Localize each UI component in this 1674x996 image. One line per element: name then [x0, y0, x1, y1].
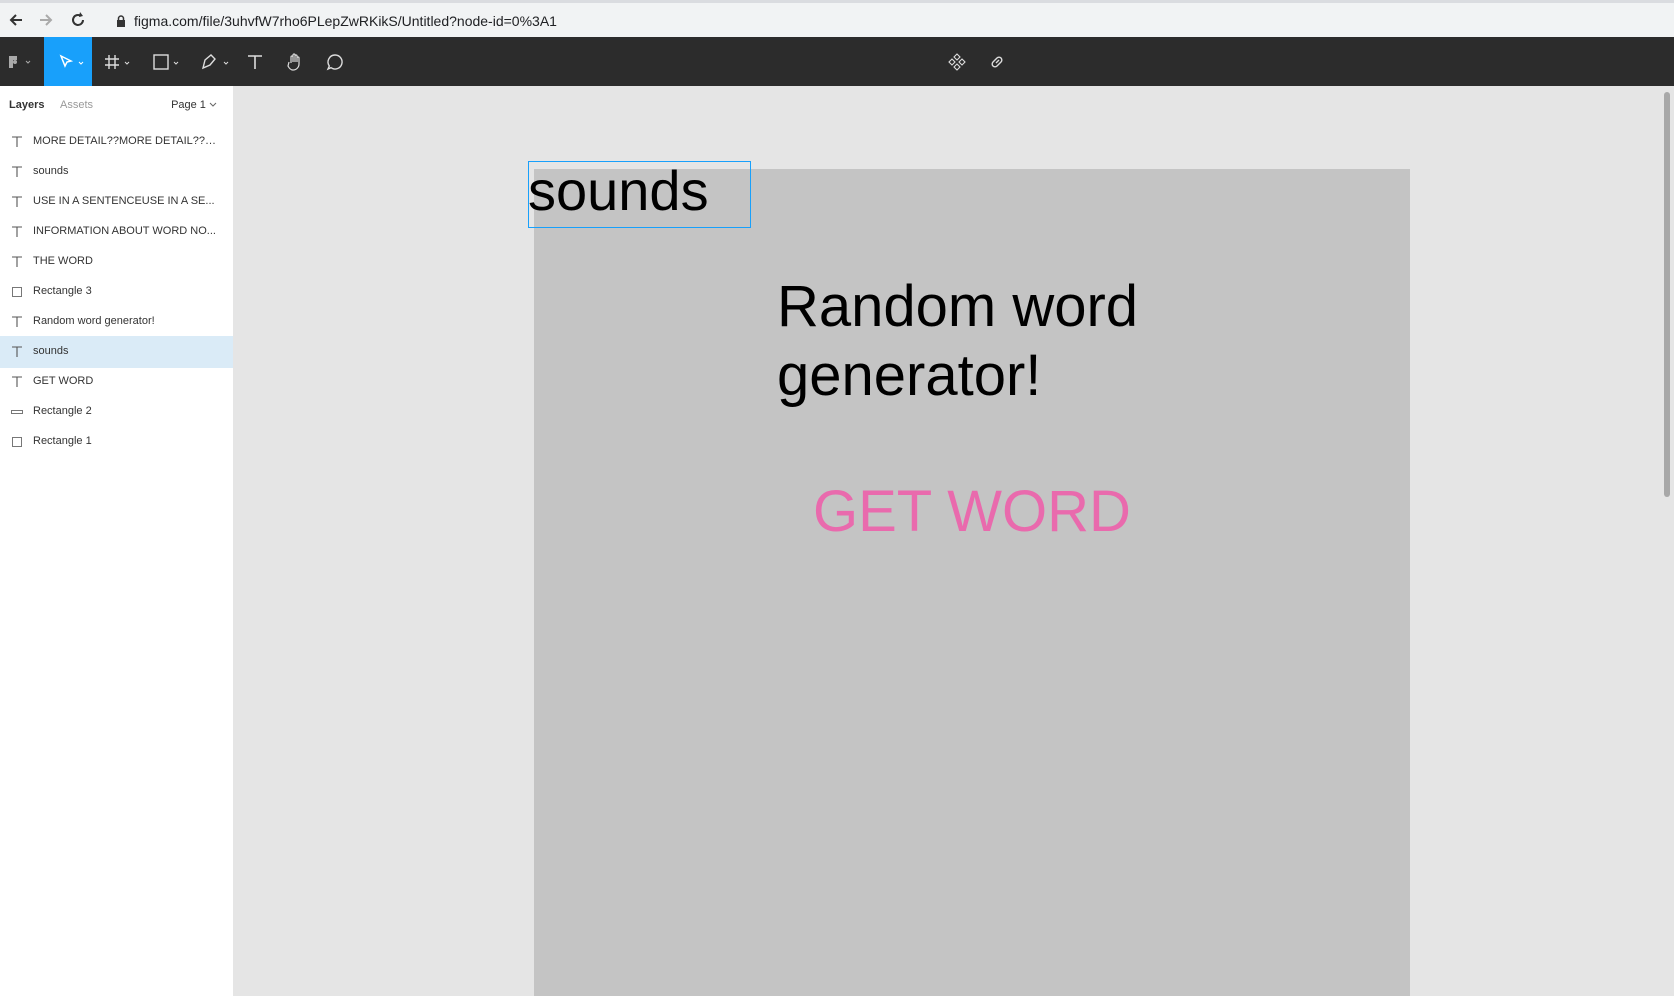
hand-tool[interactable] [280, 37, 310, 86]
figma-logo-icon [9, 55, 31, 68]
shape-tool[interactable] [148, 37, 188, 86]
layer-row[interactable]: THE WORD [0, 246, 233, 278]
page-selector[interactable]: Page 1 [171, 99, 217, 111]
selection-outline [528, 161, 751, 228]
tab-assets[interactable]: Assets [60, 99, 93, 111]
layer-row[interactable]: Random word generator! [0, 306, 233, 338]
layer-label: sounds [33, 165, 69, 177]
page-name: Page 1 [171, 99, 206, 111]
text-layer-icon [12, 346, 22, 357]
url-text[interactable]: figma.com/file/3uhvfW7rho6PLepZwRKikS/Un… [134, 13, 557, 29]
tab-layers[interactable]: Layers [9, 99, 44, 111]
forward-arrow-icon[interactable] [36, 10, 56, 30]
layer-row[interactable]: INFORMATION ABOUT WORD NO... [0, 216, 233, 248]
lock-icon [117, 15, 125, 27]
layer-label: INFORMATION ABOUT WORD NO... [33, 225, 216, 237]
layer-label: USE IN A SENTENCEUSE IN A SE... [33, 195, 215, 207]
address-bar[interactable]: figma.com/file/3uhvfW7rho6PLepZwRKikS/Un… [108, 6, 1674, 35]
comment-bubble-icon [326, 53, 343, 70]
layer-label: Rectangle 2 [33, 405, 92, 417]
chevron-down-icon [209, 102, 217, 107]
text-layer-icon [12, 226, 22, 237]
layer-label: sounds [33, 345, 69, 357]
layer-row[interactable]: USE IN A SENTENCEUSE IN A SE... [0, 186, 233, 218]
layer-row[interactable]: GET WORD [0, 366, 233, 398]
layer-row[interactable]: sounds [0, 336, 233, 368]
layer-label: Rectangle 3 [33, 285, 92, 297]
title-text-layer[interactable]: Random word generator! [777, 272, 1197, 410]
components-button[interactable] [942, 37, 972, 86]
comment-tool[interactable] [320, 37, 350, 86]
layer-label: GET WORD [33, 375, 94, 387]
text-layer-icon [12, 166, 22, 177]
design-canvas[interactable]: sounds Random word generator! GET WORD [234, 86, 1674, 996]
link-button[interactable] [982, 37, 1012, 86]
cursor-arrow-icon [59, 53, 84, 68]
layer-row[interactable]: Rectangle 3 [0, 276, 233, 308]
layer-label: THE WORD [33, 255, 93, 267]
layers-panel: Layers Assets Page 1 MORE DETAIL??MORE D… [0, 86, 234, 996]
frame-tool[interactable] [100, 37, 140, 86]
text-layer-icon [12, 136, 22, 147]
line-layer-icon [11, 410, 23, 414]
figma-toolbar [0, 37, 1674, 86]
move-tool[interactable] [44, 37, 92, 86]
pen-tool[interactable] [196, 37, 236, 86]
layer-label: MORE DETAIL??MORE DETAIL??M... [33, 135, 223, 147]
figma-main-menu[interactable] [0, 37, 38, 86]
link-icon [991, 55, 1003, 68]
text-layer-icon [12, 316, 22, 327]
panel-tabs: Layers Assets Page 1 [0, 86, 233, 126]
components-icon [948, 52, 966, 71]
rectangle-layer-icon [12, 437, 22, 447]
reload-icon[interactable] [68, 10, 88, 30]
frame-icon [105, 54, 130, 69]
hand-icon [287, 52, 300, 71]
layer-row[interactable]: Rectangle 2 [0, 396, 233, 428]
rectangle-layer-icon [12, 287, 22, 297]
get-word-text-layer[interactable]: GET WORD [813, 478, 1131, 545]
layer-row[interactable]: Rectangle 1 [0, 426, 233, 458]
layer-label: Rectangle 1 [33, 435, 92, 447]
pen-icon [201, 53, 229, 69]
canvas-scrollbar[interactable] [1664, 92, 1670, 497]
text-tool-icon [248, 54, 262, 69]
layer-row[interactable]: sounds [0, 156, 233, 188]
text-layer-icon [12, 196, 22, 207]
browser-toolbar: figma.com/file/3uhvfW7rho6PLepZwRKikS/Un… [0, 0, 1674, 37]
layer-row[interactable]: MORE DETAIL??MORE DETAIL??M... [0, 126, 233, 158]
back-arrow-icon[interactable] [6, 10, 26, 30]
layer-label: Random word generator! [33, 315, 155, 327]
text-layer-icon [12, 376, 22, 387]
text-layer-icon [12, 256, 22, 267]
text-tool[interactable] [240, 37, 270, 86]
rectangle-icon [153, 53, 179, 70]
